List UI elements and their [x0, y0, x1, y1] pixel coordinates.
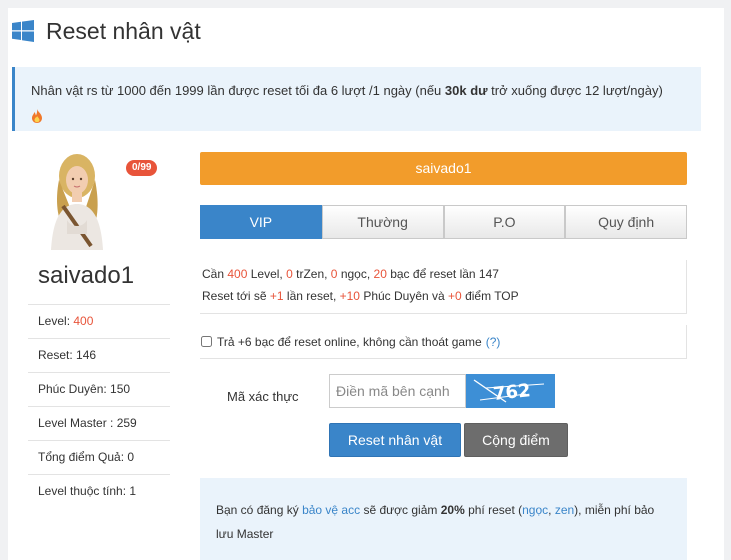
text: điểm TOP — [461, 289, 519, 303]
required-level: 400 — [227, 267, 248, 281]
ngoc-link[interactable]: ngọc — [522, 503, 548, 517]
online-reset-checkbox[interactable] — [201, 336, 212, 347]
text: Level, — [247, 267, 287, 281]
notice-text-after: trở xuống được 12 lượt/ngày) — [487, 83, 663, 98]
text: Cần — [202, 267, 228, 281]
text: lần reset, — [283, 289, 340, 303]
character-stats: Level: 400 Reset: 146 Phúc Duyên: 150 Le… — [28, 304, 170, 508]
stat-phuc-duyen: Phúc Duyên: 150 — [28, 372, 170, 406]
stat-level: Level: 400 — [28, 304, 170, 338]
flame-icon — [32, 108, 42, 123]
character-name: saivado1 — [38, 262, 135, 289]
online-reset-label: Trả +6 bạc để reset online, không cần th… — [217, 334, 482, 349]
stat-value: 259 — [116, 416, 137, 430]
text: , — [548, 503, 555, 517]
stat-value: 150 — [110, 382, 131, 396]
reset-type-tabs: VIP Thường P.O Quy định — [200, 205, 687, 239]
text: bạc để reset lần 147 — [386, 267, 499, 281]
stat-label: Level: — [38, 314, 74, 328]
required-bac: 20 — [373, 267, 387, 281]
tab-po[interactable]: P.O — [443, 205, 566, 239]
text: ngọc, — [337, 267, 374, 281]
stat-reset: Reset: 146 — [28, 338, 170, 372]
add-points-button[interactable]: Cộng điểm — [464, 423, 568, 457]
stat-label: Reset: — [38, 348, 77, 362]
requirement-line-reward: Reset tới sẽ +1 lần reset, +10 Phúc Duyê… — [202, 285, 684, 307]
reward-reset: +1 — [269, 289, 284, 303]
inventory-badge: 0/99 — [126, 160, 158, 176]
stat-tong-diem-qua: Tổng điểm Quả: 0 — [28, 440, 170, 474]
zen-link[interactable]: zen — [555, 503, 574, 517]
text: Reset tới sẽ — [202, 289, 270, 303]
notice-box: Nhân vật rs từ 1000 đến 1999 lần được re… — [12, 67, 701, 131]
captcha-image[interactable]: 762 — [466, 374, 555, 408]
text: Bạn có đăng ký — [216, 503, 303, 517]
stat-label: Level Master : — [38, 416, 117, 430]
reset-character-button[interactable]: Reset nhân vật — [329, 423, 461, 457]
help-link[interactable]: (?) — [486, 335, 501, 349]
captcha-label: Mã xác thực — [227, 389, 299, 404]
text: Phúc Duyên và — [359, 289, 449, 303]
tab-vip[interactable]: VIP — [200, 205, 322, 239]
discount-percent: 20% — [440, 503, 465, 517]
stat-label: Tổng điểm Quả: — [38, 450, 128, 464]
stat-value: 146 — [76, 348, 97, 362]
reward-top: +0 — [448, 289, 462, 303]
text: trZen, — [292, 267, 331, 281]
protection-note: Bạn có đăng ký bảo vệ acc sẽ được giảm 2… — [200, 478, 687, 560]
stat-value: 1 — [129, 484, 137, 498]
requirement-line-cost: Cần 400 Level, 0 trZen, 0 ngọc, 20 bạc đ… — [202, 263, 684, 285]
stat-label: Phúc Duyên: — [38, 382, 111, 396]
reset-requirements: Cần 400 Level, 0 trZen, 0 ngọc, 20 bạc đ… — [200, 260, 687, 314]
windows-icon — [12, 20, 34, 42]
reward-phuc-duyen: +10 — [339, 289, 360, 303]
text: sẽ được giảm — [360, 503, 441, 517]
page-header: Reset nhân vật — [12, 16, 201, 46]
stat-level-thuoc-tinh: Level thuộc tính: 1 — [28, 474, 170, 508]
online-reset-option[interactable]: Trả +6 bạc để reset online, không cần th… — [200, 325, 687, 359]
character-avatar — [51, 154, 103, 250]
captcha-code: 762 — [492, 380, 532, 405]
page-title: Reset nhân vật — [46, 17, 201, 44]
character-name-bar: saivado1 — [200, 152, 687, 185]
stat-label: Level thuộc tính: — [38, 484, 130, 498]
notice-text-before: Nhân vật rs từ 1000 đến 1999 lần được re… — [31, 83, 445, 98]
stat-value: 0 — [127, 450, 135, 464]
stat-level-master: Level Master : 259 — [28, 406, 170, 440]
account-protection-link[interactable]: bảo vệ acc — [302, 503, 360, 517]
required-zen: 0 — [286, 267, 293, 281]
notice-bold: 30k dư — [444, 83, 488, 98]
captcha-input[interactable] — [329, 374, 466, 408]
tab-quy-dinh[interactable]: Quy định — [565, 205, 687, 239]
tab-thuong[interactable]: Thường — [321, 205, 444, 239]
text: phí reset ( — [464, 503, 523, 517]
stat-value: 400 — [73, 314, 94, 328]
